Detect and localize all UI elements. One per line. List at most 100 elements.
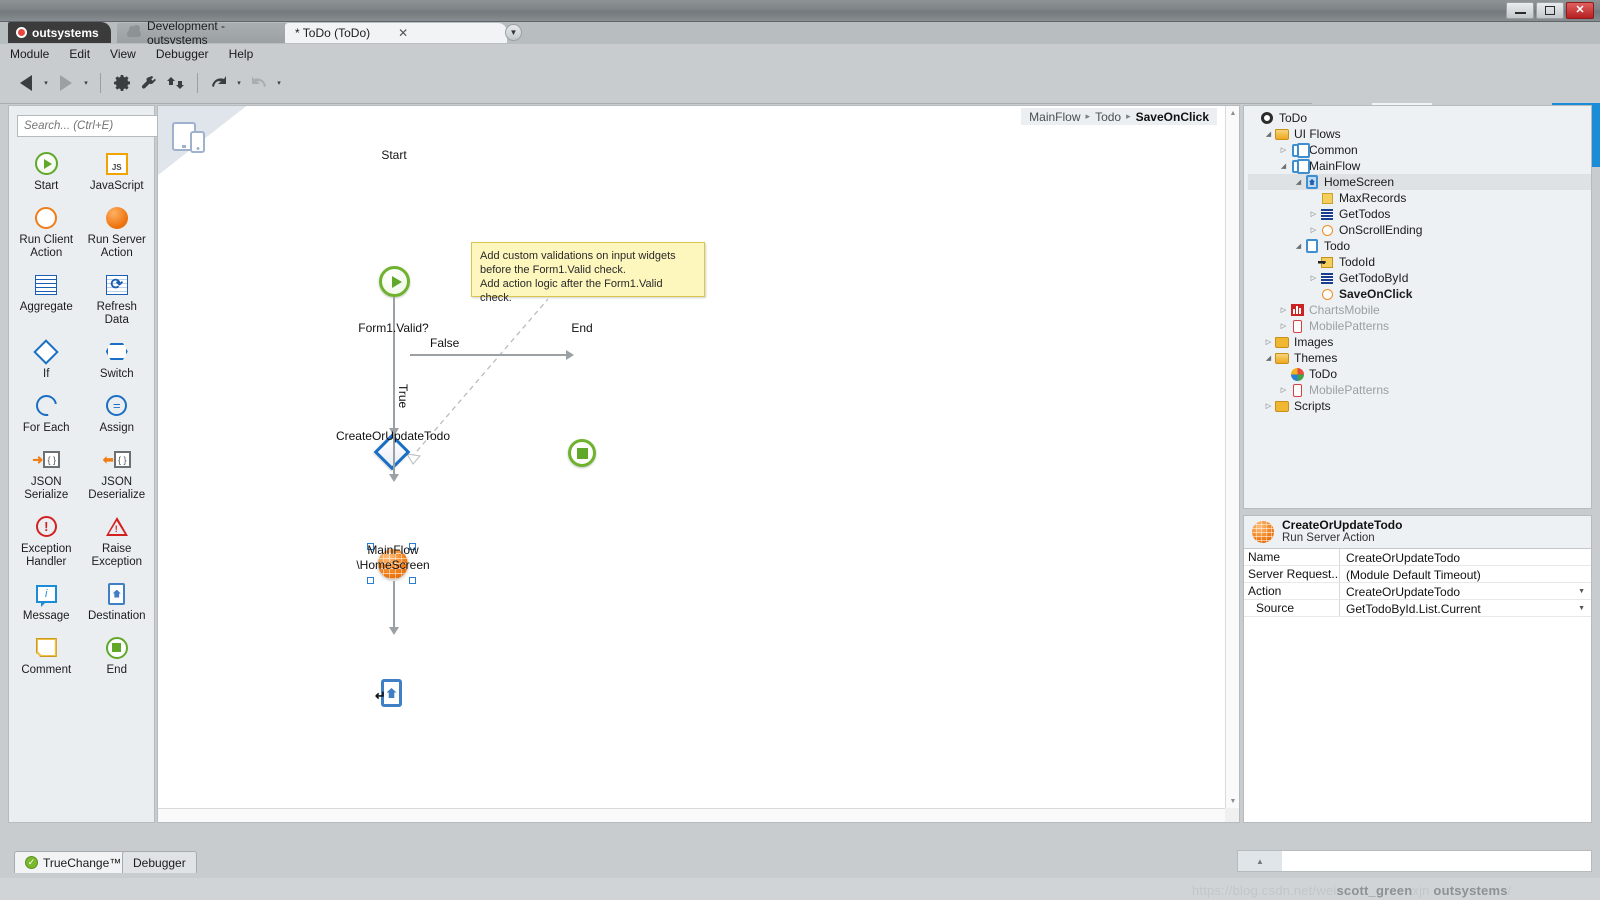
gear-icon[interactable] xyxy=(110,69,134,97)
tool-aggregate[interactable]: Aggregate xyxy=(11,266,82,333)
menu-help[interactable]: Help xyxy=(229,47,254,61)
tool-message[interactable]: i Message xyxy=(11,575,82,629)
tree-item-mobilepatterns[interactable]: ▷ MobilePatterns xyxy=(1248,318,1591,334)
tool-for-each[interactable]: For Each xyxy=(11,387,82,441)
tool-start[interactable]: Start xyxy=(11,145,82,199)
property-value[interactable]: CreateOrUpdateTodo ▼ xyxy=(1340,583,1591,599)
bottom-scroll-area[interactable]: ▲ xyxy=(1237,850,1592,872)
tool-exception-handler[interactable]: ! Exception Handler xyxy=(11,508,82,575)
property-value[interactable]: GetTodoById.List.Current ▼ xyxy=(1340,600,1591,616)
publish-icon[interactable] xyxy=(164,69,188,97)
tab-debugger[interactable]: Debugger xyxy=(122,851,197,873)
tool-javascript[interactable]: JS JavaScript xyxy=(82,145,153,199)
tool-assign[interactable]: = Assign xyxy=(82,387,153,441)
tool-raise-exception[interactable]: ! Raise Exception xyxy=(82,508,153,575)
tool-if[interactable]: If xyxy=(11,333,82,387)
tree-item-themes[interactable]: ◢ Themes xyxy=(1248,350,1591,366)
tree-item-todo[interactable]: ◢ Todo xyxy=(1248,238,1591,254)
tab-close-icon[interactable]: ✕ xyxy=(398,26,408,40)
tool-end[interactable]: End xyxy=(82,629,153,683)
chevron-down-icon[interactable]: ▼ xyxy=(1578,588,1585,595)
tree-item-maxrecords[interactable]: MaxRecords xyxy=(1248,190,1591,206)
plug-icon[interactable] xyxy=(137,69,161,97)
flow-canvas[interactable]: MainFlow ▸ Todo ▸ SaveOnClick Start Add … xyxy=(157,105,1240,823)
undo-icon[interactable] xyxy=(207,69,231,97)
tree-item-todo[interactable]: ToDo xyxy=(1248,366,1591,382)
start-node[interactable] xyxy=(379,266,410,297)
undo-dropdown-caret-icon[interactable]: ▾ xyxy=(234,79,244,87)
scroll-down-icon[interactable]: ▼ xyxy=(1226,794,1240,808)
tree-twisty-icon[interactable]: ▷ xyxy=(1308,226,1319,234)
tree-twisty-icon[interactable]: ◢ xyxy=(1293,178,1304,186)
property-row-server-request-timeout[interactable]: Server Request... (Module Default Timeou… xyxy=(1244,566,1591,583)
tool-json-deserialize[interactable]: ⬅{ } JSON Deserialize xyxy=(82,441,153,508)
outsystems-brand-tab[interactable]: outsystems xyxy=(8,22,111,43)
tree-item-gettodos[interactable]: ▷ GetTodos xyxy=(1248,206,1591,222)
tab-truechange[interactable]: ✓ TrueChange™ xyxy=(14,851,133,873)
tree-item-mainflow[interactable]: ◢ MainFlow xyxy=(1248,158,1591,174)
tool-switch[interactable]: Switch xyxy=(82,333,153,387)
tree-item-onscrollending[interactable]: ▷ OnScrollEnding xyxy=(1248,222,1591,238)
tree-item-mobilepatterns[interactable]: ▷ MobilePatterns xyxy=(1248,382,1591,398)
tree-twisty-icon[interactable]: ▷ xyxy=(1263,402,1274,410)
property-row-name[interactable]: Name CreateOrUpdateTodo xyxy=(1244,549,1591,566)
back-dropdown-caret-icon[interactable]: ▾ xyxy=(41,79,51,87)
tool-comment[interactable]: Comment xyxy=(11,629,82,683)
tree-item-images[interactable]: ▷ Images xyxy=(1248,334,1591,350)
tree-item-ui-flows[interactable]: ◢ UI Flows xyxy=(1248,126,1591,142)
canvas-vertical-scrollbar[interactable]: ▲ ▼ xyxy=(1225,106,1239,808)
tree-item-todoid[interactable]: TodoId xyxy=(1248,254,1591,270)
tree-twisty-icon[interactable]: ◢ xyxy=(1278,162,1289,170)
canvas-horizontal-scrollbar[interactable] xyxy=(158,808,1225,822)
tab-development-outsystems[interactable]: Development - outsystems xyxy=(117,19,299,47)
tree-twisty-icon[interactable]: ▷ xyxy=(1278,386,1289,394)
tree-item-homescreen[interactable]: ◢ HomeScreen xyxy=(1248,174,1591,190)
menu-module[interactable]: Module xyxy=(10,47,49,61)
tree-twisty-icon[interactable]: ◢ xyxy=(1263,354,1274,362)
tab-todo-module[interactable]: * ToDo (ToDo) ✕ xyxy=(285,23,507,43)
tree-item-common[interactable]: ▷ Common xyxy=(1248,142,1591,158)
tree-twisty-icon[interactable]: ◢ xyxy=(1263,130,1274,138)
forward-arrow-icon[interactable] xyxy=(54,69,78,97)
tree-item-chartsmobile[interactable]: ▷ ChartsMobile xyxy=(1248,302,1591,318)
scroll-up-icon[interactable]: ▲ xyxy=(1238,851,1282,871)
tree-item-saveonclick[interactable]: SaveOnClick xyxy=(1248,286,1591,302)
scroll-up-icon[interactable]: ▲ xyxy=(1226,106,1240,120)
maximize-button[interactable] xyxy=(1536,2,1564,19)
tree-twisty-icon[interactable]: ◢ xyxy=(1293,242,1304,250)
tree-twisty-icon[interactable]: ▷ xyxy=(1308,210,1319,218)
tree-twisty-icon[interactable]: ▷ xyxy=(1278,306,1289,314)
end-node[interactable] xyxy=(568,439,596,467)
tab-list-dropdown-button[interactable]: ▼ xyxy=(505,24,522,41)
tree-item-scripts[interactable]: ▷ Scripts xyxy=(1248,398,1591,414)
tree-twisty-icon[interactable]: ▷ xyxy=(1278,322,1289,330)
tool-json-serialize[interactable]: ➜{ } JSON Serialize xyxy=(11,441,82,508)
flow-note[interactable]: Add custom validations on input widgets … xyxy=(471,242,705,304)
minimize-button[interactable] xyxy=(1506,2,1534,19)
tool-destination[interactable]: Destination xyxy=(82,575,153,629)
close-button[interactable]: ✕ xyxy=(1566,2,1594,19)
property-value[interactable]: CreateOrUpdateTodo xyxy=(1340,549,1591,565)
destination-node[interactable]: ↵ xyxy=(375,679,402,707)
tool-run-client-action[interactable]: Run Client Action xyxy=(11,199,82,266)
element-tree[interactable]: ToDo ◢ UI Flows ▷ Common ◢ MainFlow ◢ HomeScreen… xyxy=(1243,105,1592,509)
property-value[interactable]: (Module Default Timeout) xyxy=(1340,566,1591,582)
menu-debugger[interactable]: Debugger xyxy=(156,47,209,61)
property-row-action[interactable]: Action CreateOrUpdateTodo ▼ xyxy=(1244,583,1591,600)
forward-dropdown-caret-icon[interactable]: ▾ xyxy=(81,79,91,87)
tree-twisty-icon[interactable]: ▷ xyxy=(1308,274,1319,282)
tree-twisty-icon[interactable]: ▷ xyxy=(1263,338,1274,346)
tree-item-todo[interactable]: ToDo xyxy=(1248,110,1591,126)
selection-handle[interactable] xyxy=(367,577,374,584)
menu-edit[interactable]: Edit xyxy=(69,47,90,61)
property-row-source[interactable]: Source GetTodoById.List.Current ▼ xyxy=(1244,600,1591,617)
chevron-down-icon[interactable]: ▼ xyxy=(1578,605,1585,612)
back-arrow-icon[interactable] xyxy=(14,69,38,97)
redo-icon[interactable] xyxy=(247,69,271,97)
tool-run-server-action[interactable]: Run Server Action xyxy=(82,199,153,266)
tool-refresh-data[interactable]: ⟳ Refresh Data xyxy=(82,266,153,333)
tree-twisty-icon[interactable]: ▷ xyxy=(1278,146,1289,154)
selection-handle[interactable] xyxy=(409,577,416,584)
tree-item-gettodobyid[interactable]: ▷ GetTodoById xyxy=(1248,270,1591,286)
menu-view[interactable]: View xyxy=(110,47,136,61)
